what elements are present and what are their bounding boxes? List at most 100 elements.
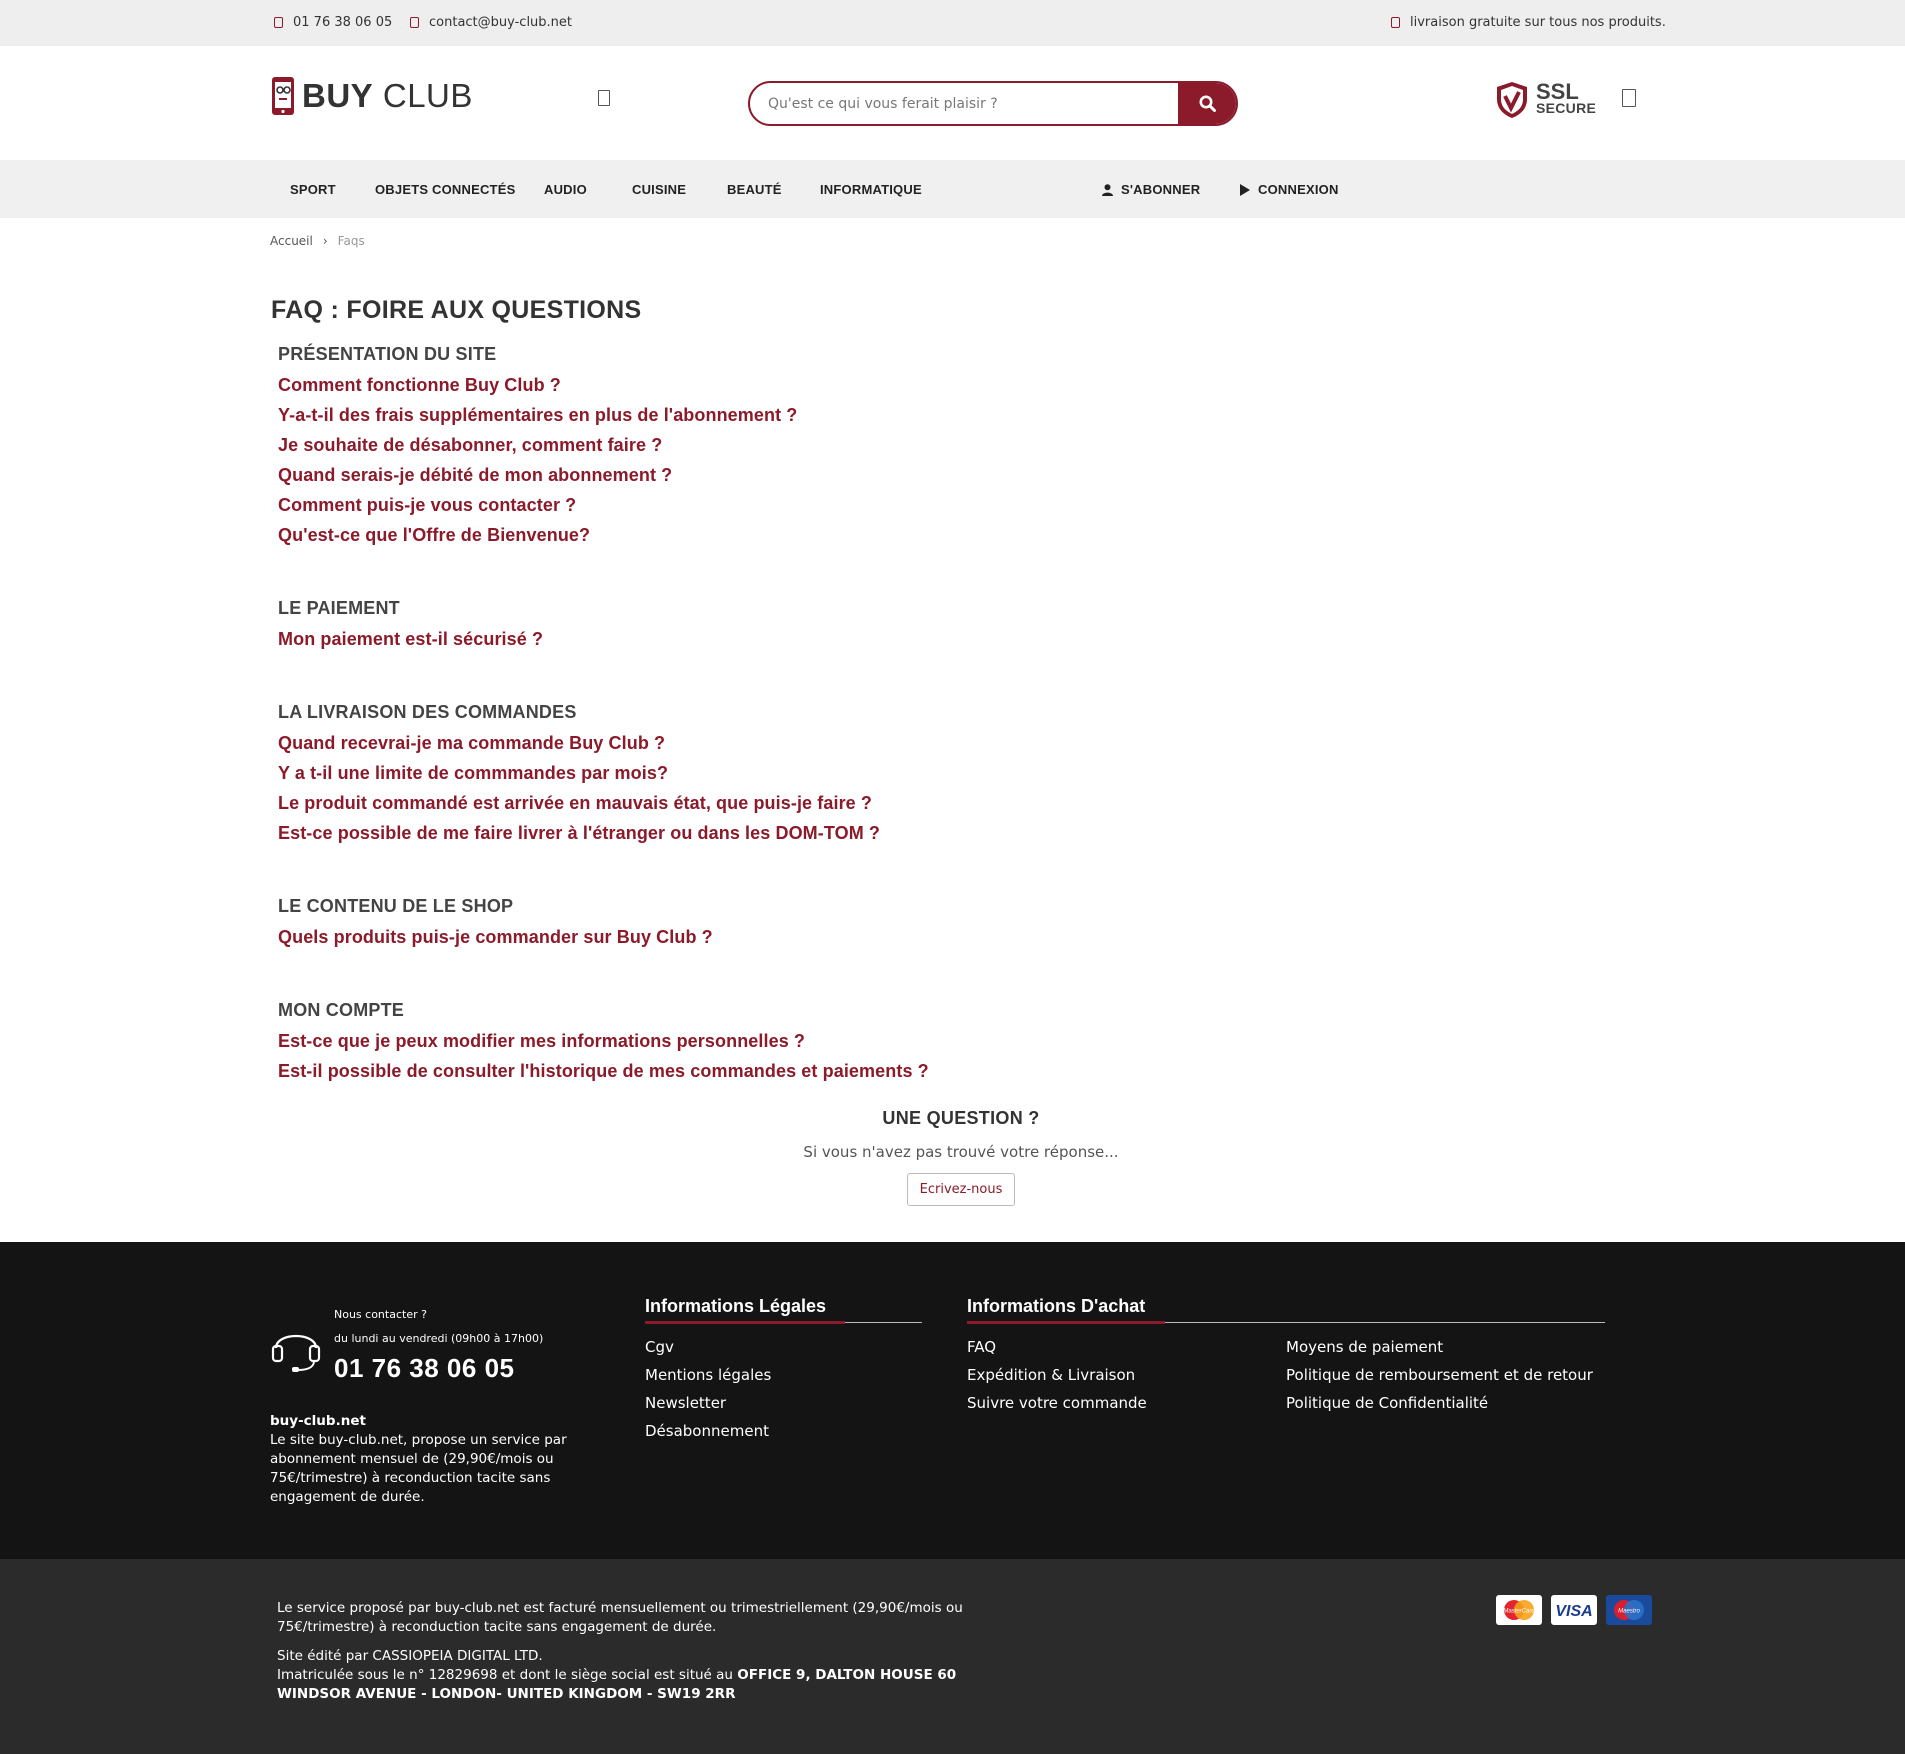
faq-section: MON COMPTE Est-ce que je peux modifier m… [278, 996, 1178, 1086]
top-bar: 01 76 38 06 05 contact@buy-club.net livr… [0, 0, 1905, 46]
write-us-button[interactable]: Ecrivez-nous [906, 1173, 1016, 1206]
topbar-email-text: contact@buy-club.net [429, 15, 573, 30]
faq-question[interactable]: Quand serais-je débité de mon abonnement… [278, 460, 1178, 490]
faq-question[interactable]: Mon paiement est-il sécurisé ? [278, 624, 1178, 654]
footer-link-shipping[interactable]: Expédition & Livraison [967, 1361, 1147, 1389]
nav-item-beaute[interactable]: BEAUTÉ [727, 182, 782, 197]
footer-about: buy-club.net Le site buy-club.net, propo… [270, 1412, 570, 1507]
header: BUY CLUB SSL SECURE [0, 46, 1905, 160]
question-cta-subtitle: Si vous n'avez pas trouvé votre réponse.… [803, 1143, 1119, 1161]
search-button[interactable] [1178, 83, 1236, 124]
visa-label: VISA [1555, 1603, 1592, 1620]
faq-question[interactable]: Comment puis-je vous contacter ? [278, 490, 1178, 520]
visa-icon: VISA [1551, 1595, 1597, 1625]
mastercard-label: MasterCard [1503, 1609, 1535, 1615]
maestro-label: Maestro [1618, 1609, 1640, 1615]
ssl-badge: SSL SECURE [1494, 80, 1596, 120]
main-nav: SPORT OBJETS CONNECTÉS AUDIO CUISINE BEA… [0, 160, 1905, 218]
truck-icon [1391, 17, 1400, 28]
nav-item-sport[interactable]: SPORT [290, 182, 336, 197]
breadcrumb-home[interactable]: Accueil [270, 234, 313, 248]
faq-question[interactable]: Y a t-il une limite de commmandes par mo… [278, 758, 1178, 788]
footer-link-unsubscribe[interactable]: Désabonnement [645, 1417, 771, 1445]
topbar-phone[interactable]: 01 76 38 06 05 [274, 15, 392, 30]
faq-section-title: LE PAIEMENT [278, 598, 400, 618]
legal-bar: Le service proposé par buy-club.net est … [0, 1559, 1905, 1754]
nav-item-informatique[interactable]: INFORMATIQUE [820, 182, 922, 197]
login-label: CONNEXION [1258, 182, 1339, 197]
faq-question[interactable]: Est-ce que je peux modifier mes informat… [278, 1026, 1178, 1056]
faq-question[interactable]: Y-a-t-il des frais supplémentaires en pl… [278, 400, 1178, 430]
faq-list: PRÉSENTATION DU SITE Comment fonctionne … [278, 340, 1178, 1130]
about-title: buy-club.net [270, 1413, 366, 1429]
logo-phone-icon [270, 76, 296, 116]
faq-section-title: LA LIVRAISON DES COMMANDES [278, 702, 577, 722]
login-link[interactable]: CONNEXION [1240, 182, 1339, 197]
faq-question[interactable]: Qu'est-ce que l'Offre de Bienvenue? [278, 520, 1178, 550]
subscribe-label: S'ABONNER [1121, 182, 1201, 197]
topbar-email[interactable]: contact@buy-club.net [410, 15, 572, 30]
faq-section: LA LIVRAISON DES COMMANDES Quand recevra… [278, 698, 1178, 848]
maestro-icon: Maestro [1606, 1595, 1652, 1625]
faq-question[interactable]: Quels produits puis-je commander sur Buy… [278, 922, 1178, 952]
topbar-phone-text: 01 76 38 06 05 [293, 15, 393, 30]
contact-label: Nous contacter ? [334, 1308, 427, 1321]
topbar-shipping-text: livraison gratuite sur tous nos produits… [1410, 15, 1666, 30]
faq-section-title: MON COMPTE [278, 1000, 404, 1020]
faq-question[interactable]: Est-il possible de consulter l'historiqu… [278, 1056, 1178, 1086]
editor-text: Site édité par CASSIOPEIA DIGITAL LTD. [277, 1648, 543, 1664]
nav-item-audio[interactable]: AUDIO [544, 182, 587, 197]
search-bar [748, 81, 1238, 126]
purchase-divider-accent [967, 1321, 1165, 1324]
nav-item-objets-connectes[interactable]: OBJETS CONNECTÉS [375, 182, 515, 197]
breadcrumb-separator: › [322, 234, 328, 248]
faq-section-title: LE CONTENU DE LE SHOP [278, 896, 514, 916]
faq-question[interactable]: Comment fonctionne Buy Club ? [278, 370, 1178, 400]
billing-text: Le service proposé par buy-club.net est … [277, 1600, 963, 1635]
footer-link-payment[interactable]: Moyens de paiement [1286, 1333, 1593, 1361]
footer: Nous contacter ? du lundi au vendredi (0… [0, 1242, 1905, 1559]
footer-link-refund[interactable]: Politique de remboursement et de retour [1286, 1361, 1593, 1389]
logo-text-bold: BUY [302, 77, 374, 114]
logo-text-light: CLUB [382, 77, 473, 114]
legal-title: Informations Légales [645, 1296, 827, 1316]
faq-question[interactable]: Je souhaite de désabonner, comment faire… [278, 430, 1178, 460]
footer-link-faq[interactable]: FAQ [967, 1333, 1147, 1361]
ssl-line2: SECURE [1536, 100, 1597, 116]
play-icon [1240, 183, 1250, 196]
footer-link-track-order[interactable]: Suivre votre commande [967, 1389, 1147, 1417]
footer-link-mentions[interactable]: Mentions légales [645, 1361, 771, 1389]
headset-icon [271, 1335, 321, 1372]
cart-icon[interactable] [1622, 89, 1636, 107]
faq-question[interactable]: Quand recevrai-je ma commande Buy Club ? [278, 728, 1178, 758]
contact-phone[interactable]: 01 76 38 06 05 [334, 1353, 574, 1384]
subscribe-link[interactable]: S'ABONNER [1102, 182, 1200, 197]
footer-link-privacy[interactable]: Politique de Confidentialité [1286, 1389, 1593, 1417]
mail-icon [410, 17, 419, 28]
footer-link-cgv[interactable]: Cgv [645, 1333, 771, 1361]
question-cta-title: UNE QUESTION ? [882, 1108, 1040, 1128]
contact-hours: du lundi au vendredi (09h00 à 17h00) [334, 1332, 544, 1345]
breadcrumb: Accueil › Faqs [270, 234, 365, 248]
nav-item-cuisine[interactable]: CUISINE [632, 182, 686, 197]
legal-links: Cgv Mentions légales Newsletter Désabonn… [645, 1333, 771, 1445]
purchase-links-col1: FAQ Expédition & Livraison Suivre votre … [967, 1333, 1147, 1417]
breadcrumb-current: Faqs [337, 234, 365, 248]
phone-icon [274, 17, 283, 28]
shield-icon [1497, 82, 1527, 118]
menu-icon[interactable] [598, 90, 610, 106]
user-icon [1102, 183, 1113, 196]
faq-section: LE CONTENU DE LE SHOP Quels produits pui… [278, 892, 1178, 952]
faq-question[interactable]: Est-ce possible de me faire livrer à l'é… [278, 818, 1178, 848]
footer-link-newsletter[interactable]: Newsletter [645, 1389, 771, 1417]
search-icon [1199, 95, 1216, 112]
company-info: Site édité par CASSIOPEIA DIGITAL LTD. I… [277, 1647, 967, 1704]
faq-section-title: PRÉSENTATION DU SITE [278, 344, 497, 364]
topbar-shipping: livraison gratuite sur tous nos produits… [1391, 15, 1666, 30]
ssl-text: SSL SECURE [1536, 81, 1597, 117]
registration-text: Imatriculée sous le n° 12829698 et dont … [277, 1667, 733, 1683]
site-logo[interactable]: BUY CLUB [270, 76, 473, 116]
legal-divider-accent [645, 1321, 845, 1324]
search-input[interactable] [750, 83, 1178, 124]
faq-question[interactable]: Le produit commandé est arrivée en mauva… [278, 788, 1178, 818]
